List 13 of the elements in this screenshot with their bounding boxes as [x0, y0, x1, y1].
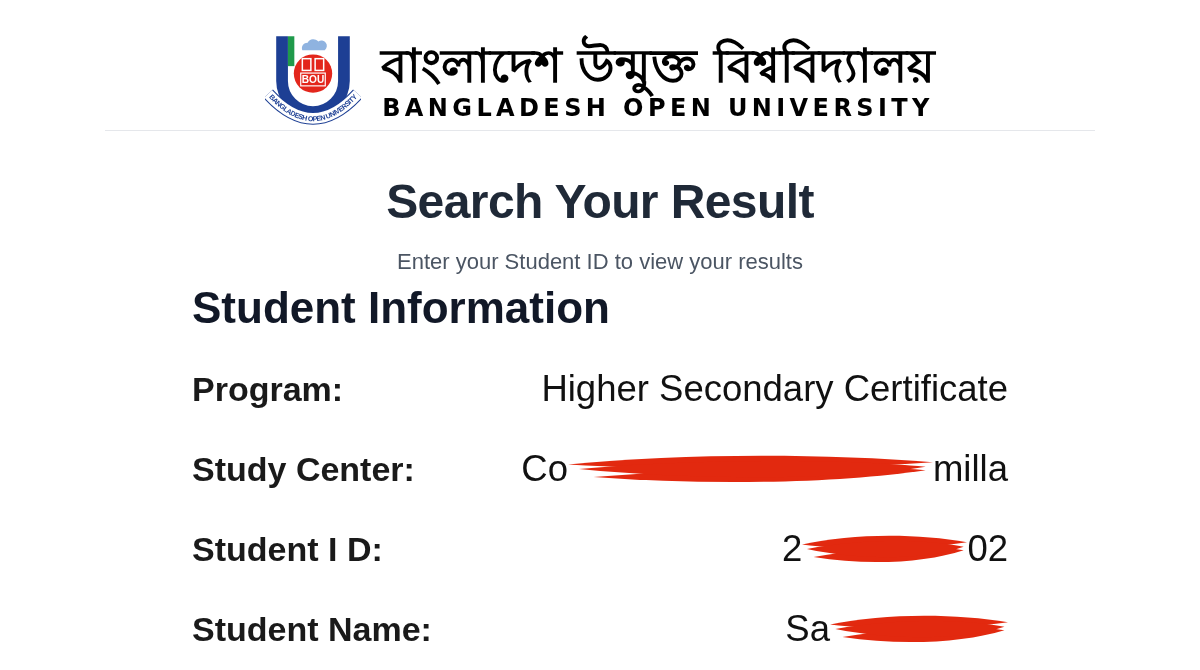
field-value: Higher Secondary Certificate: [541, 368, 1008, 410]
field-value: Co: [521, 448, 568, 490]
page-title: Search Your Result: [385, 174, 815, 230]
field-value: 02: [967, 528, 1008, 570]
field-label: Student Name:: [192, 609, 432, 649]
field-value: Sa: [785, 608, 830, 650]
field-label: Student I D:: [192, 529, 383, 569]
page-subtitle: Enter your Student ID to view your results: [396, 248, 804, 275]
field-label: Program:: [192, 369, 344, 409]
field-value: milla: [932, 448, 1008, 490]
section-heading: Student Information: [192, 282, 611, 334]
field-label: Study Center:: [192, 449, 415, 489]
field-value: 2: [782, 528, 803, 570]
